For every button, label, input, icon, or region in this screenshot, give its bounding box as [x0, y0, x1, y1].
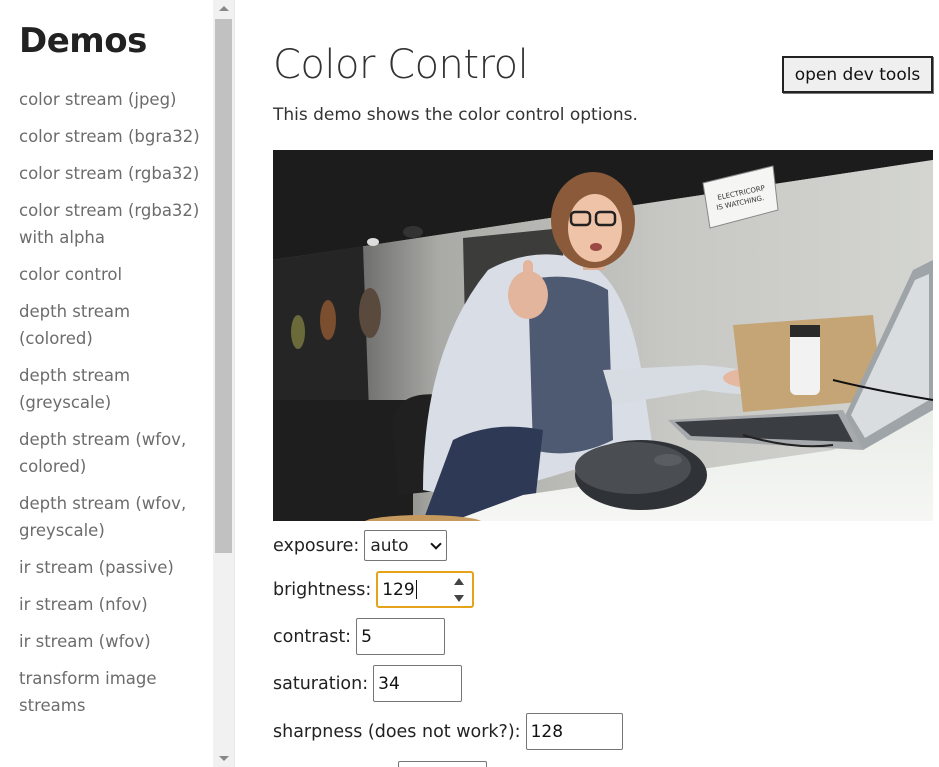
nav-item-depth-stream-wfov-colored[interactable]: depth stream (wfov, colored) [19, 426, 209, 480]
scroll-down-arrow-icon[interactable] [213, 750, 234, 767]
exposure-select[interactable]: auto [364, 530, 448, 561]
sharpness-control: sharpness (does not work?): 128 [273, 713, 623, 750]
scroll-up-arrow-icon[interactable] [213, 0, 234, 17]
sharpness-value: 128 [530, 721, 564, 742]
nav-item-ir-stream-passive[interactable]: ir stream (passive) [19, 554, 209, 581]
contrast-label: contrast: [273, 626, 352, 647]
page-title: Color Control [273, 42, 529, 88]
nav-item-transform-image-streams[interactable]: transform image streams [19, 665, 209, 719]
chevron-down-icon [430, 537, 442, 550]
nav-item-depth-stream-greyscale[interactable]: depth stream (greyscale) [19, 362, 209, 416]
exposure-control: exposure: auto [273, 530, 448, 561]
scrollbar-thumb[interactable] [215, 19, 232, 553]
spin-down-icon[interactable] [454, 595, 465, 602]
brightness-input[interactable]: 129 [376, 571, 475, 608]
contrast-input[interactable]: 5 [356, 618, 446, 655]
nav-item-depth-stream-colored[interactable]: depth stream (colored) [19, 298, 209, 352]
spin-up-icon[interactable] [454, 578, 465, 585]
nav-item-ir-stream-wfov[interactable]: ir stream (wfov) [19, 628, 209, 655]
sidebar-title: Demos [19, 21, 147, 61]
saturation-value: 34 [378, 673, 400, 694]
exposure-selected-value: auto [370, 535, 409, 556]
brightness-spinner[interactable] [454, 578, 466, 602]
saturation-input[interactable]: 34 [373, 665, 463, 702]
main-content: Color Control open dev tools This demo s… [235, 0, 939, 767]
next-control-input[interactable] [398, 761, 487, 767]
nav-item-color-stream-rgba32[interactable]: color stream (rgba32) [19, 160, 209, 187]
brightness-value: 129 [382, 579, 415, 600]
contrast-value: 5 [361, 626, 372, 647]
text-caret [415, 580, 417, 599]
color-stream-image: ELECTRICORP IS WATCHING. [273, 150, 933, 521]
contrast-control: contrast: 5 [273, 618, 446, 655]
nav-item-ir-stream-nfov[interactable]: ir stream (nfov) [19, 591, 209, 618]
nav-item-color-stream-bgra32[interactable]: color stream (bgra32) [19, 123, 209, 150]
sharpness-input[interactable]: 128 [525, 713, 623, 750]
exposure-label: exposure: [273, 535, 360, 556]
nav-item-color-stream-rgba32-alpha[interactable]: color stream (rgba32) with alpha [19, 197, 209, 251]
sidebar: Demos color stream (jpeg) color stream (… [0, 0, 213, 767]
page-description: This demo shows the color control option… [273, 105, 638, 125]
brightness-label: brightness: [273, 579, 372, 600]
nav-item-depth-stream-wfov-greyscale[interactable]: depth stream (wfov, greyscale) [19, 490, 209, 544]
nav-item-color-control[interactable]: color control [19, 261, 209, 288]
open-dev-tools-button[interactable]: open dev tools [782, 56, 933, 93]
saturation-control: saturation: 34 [273, 665, 463, 702]
demo-nav: color stream (jpeg) color stream (bgra32… [19, 86, 209, 729]
brightness-control: brightness: 129 [273, 571, 475, 608]
sidebar-scrollbar[interactable] [213, 0, 234, 767]
nav-item-color-stream-jpeg[interactable]: color stream (jpeg) [19, 86, 209, 113]
sharpness-label: sharpness (does not work?): [273, 721, 521, 742]
saturation-label: saturation: [273, 673, 369, 694]
